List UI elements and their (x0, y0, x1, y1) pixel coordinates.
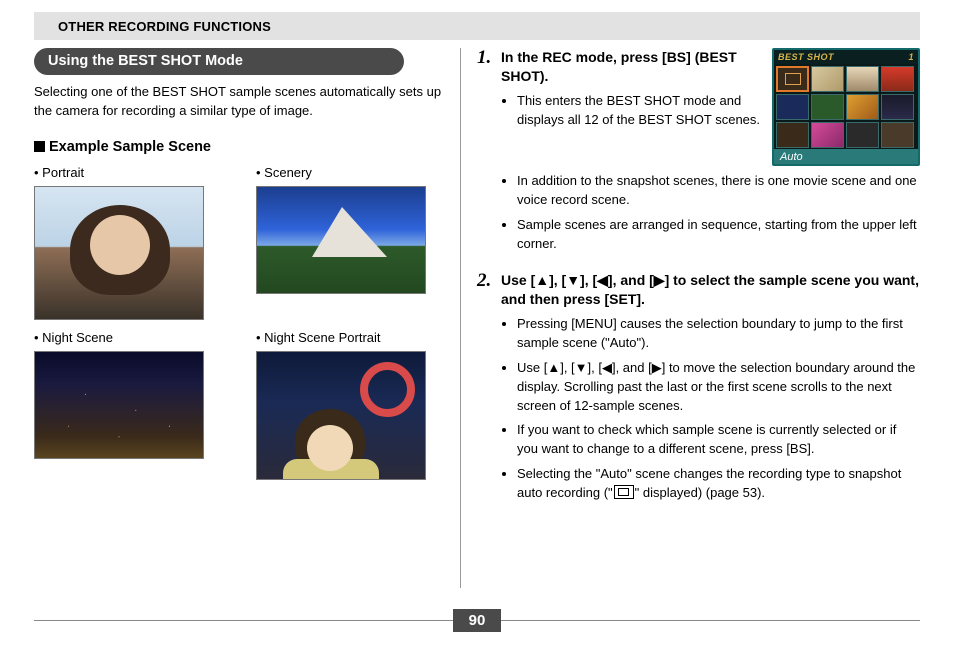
snapshot-icon (614, 485, 634, 499)
step-2-number: 2. (477, 271, 497, 512)
step-2-bullet-1: Pressing [MENU] causes the selection bou… (517, 315, 920, 353)
left-column: Using the BEST SHOT Mode Selecting one o… (34, 48, 460, 588)
screen-index: 1 (908, 52, 914, 62)
screen-title: BEST SHOT (778, 52, 834, 62)
example-heading: Example Sample Scene (34, 139, 448, 155)
step-2-bullet-4: Selecting the "Auto" scene changes the r… (517, 465, 920, 503)
image-night-scene-portrait (256, 351, 426, 480)
step-1-heading: In the REC mode, press [BS] (BEST SHOT). (501, 48, 764, 86)
step-1-bullet-1: This enters the BEST SHOT mode and displ… (517, 92, 764, 130)
page-footer: 90 (34, 608, 920, 632)
step-1-bullet-3: Sample scenes are arranged in sequence, … (517, 216, 920, 254)
scene-cell (881, 66, 914, 92)
step-1-number: 1. (477, 48, 497, 263)
scene-cell (776, 122, 809, 148)
scene-cell (846, 66, 879, 92)
image-scenery (256, 186, 426, 294)
section-title: Using the BEST SHOT Mode (34, 48, 404, 75)
scene-cell (846, 122, 879, 148)
intro-text: Selecting one of the BEST SHOT sample sc… (34, 83, 448, 121)
scene-cell (811, 122, 844, 148)
scene-cell (846, 94, 879, 120)
right-column: 1. In the REC mode, press [BS] (BEST SHO… (461, 48, 920, 588)
label-portrait: • Portrait (34, 165, 204, 180)
page-number: 90 (453, 609, 502, 632)
image-portrait (34, 186, 204, 320)
scene-cell (881, 122, 914, 148)
image-night-scene (34, 351, 204, 459)
label-night-scene: • Night Scene (34, 330, 204, 345)
step-2-heading: Use [▲], [▼], [◀], and [▶] to select the… (501, 271, 920, 309)
step-2-bullet-2: Use [▲], [▼], [◀], and [▶] to move the s… (517, 359, 920, 416)
screen-mode-label: Auto (774, 149, 918, 164)
step-2-bullet-3: If you want to check which sample scene … (517, 421, 920, 459)
section-header: OTHER RECORDING FUNCTIONS (34, 12, 920, 40)
scene-cell (881, 94, 914, 120)
scene-cell (811, 94, 844, 120)
example-heading-text: Example Sample Scene (49, 139, 211, 155)
scene-cell-selected (776, 66, 809, 92)
label-night-scene-portrait: • Night Scene Portrait (256, 330, 426, 345)
camera-screen-thumbnail: BEST SHOT 1 (772, 48, 920, 166)
scene-cell (776, 94, 809, 120)
square-bullet-icon (34, 141, 45, 152)
scene-cell (811, 66, 844, 92)
label-scenery: • Scenery (256, 165, 426, 180)
step-1-bullet-2: In addition to the snapshot scenes, ther… (517, 172, 920, 210)
